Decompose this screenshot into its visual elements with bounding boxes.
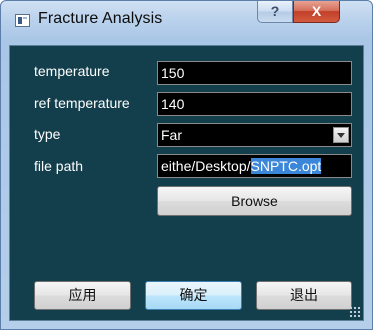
fracture-analysis-window: Fracture Analysis ? X temperature 150 re… — [0, 0, 373, 330]
close-button[interactable]: X — [293, 1, 340, 23]
type-dropdown-value: Far — [161, 127, 182, 143]
temperature-label: temperature — [34, 63, 110, 79]
file-path-input[interactable]: eithe/Desktop/SNPTC.opt — [157, 154, 352, 178]
file-path-label: file path — [34, 158, 84, 174]
window-app-icon — [15, 14, 30, 27]
ok-button[interactable]: 确定 — [145, 281, 242, 310]
ref-temperature-input[interactable]: 140 — [157, 92, 352, 116]
resize-grip-icon[interactable] — [349, 306, 361, 318]
exit-button[interactable]: 退出 — [256, 281, 352, 310]
window-title: Fracture Analysis — [38, 10, 163, 27]
help-button[interactable]: ? — [257, 1, 293, 23]
temperature-input[interactable]: 150 — [157, 61, 352, 85]
type-dropdown[interactable]: Far — [157, 123, 352, 147]
browse-button[interactable]: Browse — [157, 186, 352, 216]
apply-button[interactable]: 应用 — [34, 281, 131, 310]
dialog-client-area: temperature 150 ref temperature 140 type… — [9, 45, 364, 321]
file-path-selected-text: SNPTC.opt — [250, 158, 322, 174]
file-path-text: eithe/Desktop/ — [161, 158, 251, 174]
title-bar[interactable]: Fracture Analysis ? X — [1, 1, 372, 45]
type-label: type — [34, 126, 61, 142]
chevron-down-icon[interactable] — [333, 127, 349, 143]
ref-temperature-label: ref temperature — [34, 95, 130, 111]
